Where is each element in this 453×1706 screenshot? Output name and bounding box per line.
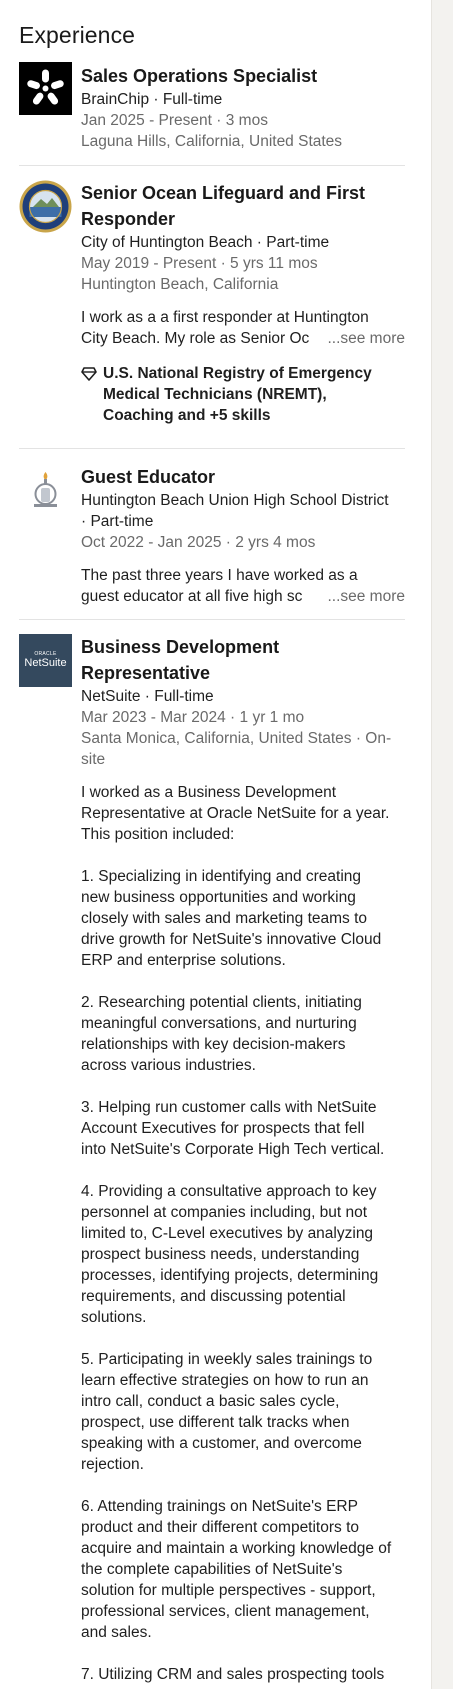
description-line: processes, identifying projects, determi… [81,1267,379,1284]
divider [19,619,405,620]
description-line: across various industries. [81,1057,256,1074]
description-line: ERP and enterprise solutions. [81,952,286,969]
description-paragraph: I worked as a Business Development Repres… [81,782,405,845]
description-line: closely with sales and marketing teams t… [81,910,368,927]
date-range: May 2019 - Present · 5 yrs 11 mos [81,255,318,272]
diamond-icon [81,363,103,426]
school-district-logo-icon[interactable] [19,464,72,517]
description-paragraph: 6. Attending trainings on NetSuite's ERP… [81,1496,405,1643]
location: Laguna Hills, California, United States [81,133,343,150]
description-paragraph: 4. Providing a consultative approach to … [81,1181,405,1328]
description-line: learn effective strategies on how to run… [81,1372,369,1389]
scrollbar-gutter [431,0,453,1689]
full-description: I worked as a Business Development Repres… [81,782,405,1685]
description-line: personnel at companies including, but no… [81,1204,368,1221]
description-line: into NetSuite's Corporate High Tech vert… [81,1141,385,1158]
company-line: City of Huntington Beach · Part-time [81,234,330,251]
divider [19,448,405,449]
description-line: relationships with key decision-makers [81,1036,346,1053]
skills-line: Coaching and +5 skills [103,407,271,424]
description-line: prospect, use different talk tracks when [81,1414,350,1431]
description-line: I work as a a first responder at Hunting… [81,309,369,326]
description-line: product and their different competitors … [81,1519,360,1536]
see-more-link[interactable]: ...see more [317,328,405,349]
company-line: NetSuite · Full-time [81,688,214,705]
description-line: 6. Attending trainings on NetSuite's ERP [81,1498,358,1515]
skills-row[interactable]: U.S. National Registry of Emergency Medi… [81,363,405,426]
location-line: Santa Monica, California, United States … [81,730,392,747]
description-line: requirements, and discussing potential [81,1288,346,1305]
description-line: 5. Participating in weekly sales trainin… [81,1351,373,1368]
description-line: professional services, client management… [81,1603,370,1620]
job-title[interactable]: Sales Operations Specialist [81,63,405,89]
description-line: new business opportunities and working [81,889,356,906]
job-title[interactable]: Guest Educator [81,464,405,490]
description-line: 7. Utilizing CRM and sales prospecting t… [81,1666,385,1683]
description-line: Representative at Oracle NetSuite for a … [81,805,390,822]
date-range: Oct 2022 - Jan 2025 · 2 yrs 4 mos [81,534,316,551]
job-title-line[interactable]: Senior Ocean Lifeguard and First [81,180,405,206]
description-line: 1. Specializing in identifying and creat… [81,868,362,885]
date-range: Jan 2025 - Present · 3 mos [81,112,268,129]
see-more-link[interactable]: ...see more [317,586,405,607]
description-line: limited to, C-Level executives by analyz… [81,1225,374,1242]
description-paragraph: 2. Researching potential clients, initia… [81,992,405,1076]
description-line: intro call, conduct a basic sales cycle, [81,1393,340,1410]
description-line: I worked as a Business Development [81,784,337,801]
divider [19,165,405,166]
description-line: solutions. [81,1309,147,1326]
description-paragraph: 7. Utilizing CRM and sales prospecting t… [81,1664,405,1685]
description-line: 4. Providing a consultative approach to … [81,1183,377,1200]
description-line: 3. Helping run customer calls with NetSu… [81,1099,377,1116]
description-preview: I work as a a first responder at Hunting… [81,307,405,349]
logo-big-text: NetSuite [24,657,67,669]
job-title-line[interactable]: Business Development [81,634,405,660]
description-paragraph: 3. Helping run customer calls with NetSu… [81,1097,405,1160]
logo-small-text: ORACLE [34,651,57,657]
description-line: and sales. [81,1624,152,1641]
company-line: BrainChip · Full-time [81,91,223,108]
date-range: Mar 2023 - Mar 2024 · 1 yr 1 mo [81,709,305,726]
description-line: Account Executives for prospects that fe… [81,1120,365,1137]
description-line: solution for multiple perspectives - sup… [81,1582,376,1599]
description-paragraph: 5. Participating in weekly sales trainin… [81,1349,405,1475]
description-line: This position included: [81,826,235,843]
description-paragraph: 1. Specializing in identifying and creat… [81,866,405,971]
description-line: rejection. [81,1456,144,1473]
description-line: prospect business needs, understanding [81,1246,360,1263]
netsuite-logo-icon[interactable]: ORACLE NetSuite [19,634,72,687]
description-line: speaking with a customer, and overcome [81,1435,362,1452]
company-line: · Part-time [81,513,154,530]
description-line: the complete capabilities of NetSuite's [81,1561,343,1578]
company-line: Huntington Beach Union High School Distr… [81,492,389,509]
job-title-line[interactable]: Responder [81,206,405,232]
job-title-line[interactable]: Representative [81,660,405,686]
city-seal-icon[interactable] [19,180,72,233]
description-line: drive growth for NetSuite's innovative C… [81,931,382,948]
location: Huntington Beach, California [81,276,279,293]
location-line: site [81,751,106,768]
skills-line: U.S. National Registry of Emergency [103,365,372,382]
brainchip-logo-icon[interactable] [19,62,72,115]
section-title: Experience [19,22,136,48]
description-line: 2. Researching potential clients, initia… [81,994,362,1011]
description-preview: The past three years I have worked as a … [81,565,405,607]
description-line: acquire and maintain a working knowledge… [81,1540,392,1557]
skills-line: Medical Technicians (NREMT), [103,386,327,403]
description-line: The past three years I have worked as a [81,567,358,584]
description-line: meaningful conversations, and nurturing [81,1015,357,1032]
